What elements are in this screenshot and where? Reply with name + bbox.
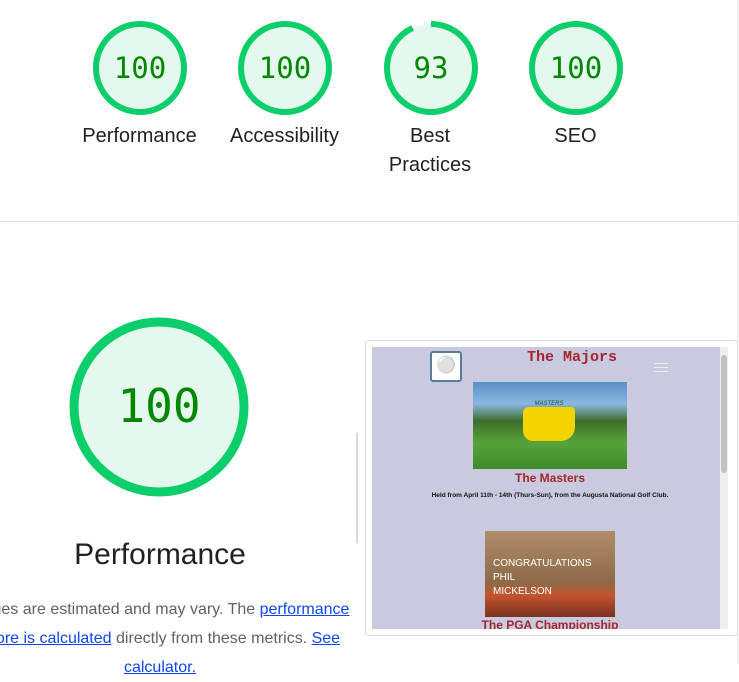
gauge-ring: 100 <box>528 21 623 115</box>
gauge-label: Performance <box>82 125 197 147</box>
page-screenshot: ⚪ The Majors MASTERS The Masters Held fr… <box>372 347 728 629</box>
gauge-best-practices[interactable]: 93 Best Practices <box>358 20 503 180</box>
svg-text:93: 93 <box>413 51 448 85</box>
golf-ball-icon: ⚪ <box>430 351 462 382</box>
gauge-ring: 100 <box>92 21 187 115</box>
divider <box>0 221 739 222</box>
gauge-ring: 93 <box>383 21 478 115</box>
svg-text:100: 100 <box>113 51 165 85</box>
pga-image: CONGRATULATIONS PHIL MICKELSON <box>485 531 615 617</box>
gauge-seo[interactable]: 100 SEO <box>503 20 648 151</box>
category-title: Performance <box>74 538 246 571</box>
masters-image: MASTERS <box>473 382 627 469</box>
section-text: Held from April 11th - 14th (Thurs-Sun),… <box>431 492 669 499</box>
gauge-label: Accessibility <box>230 125 339 147</box>
gauge-performance[interactable]: 100 Performance <box>67 20 212 151</box>
section-title: The Masters <box>514 471 586 485</box>
separator <box>356 433 358 543</box>
final-screenshot[interactable]: ⚪ The Majors MASTERS The Masters Held fr… <box>365 340 738 636</box>
svg-text:100: 100 <box>117 379 200 433</box>
svg-text:100: 100 <box>549 51 601 85</box>
scrollbar[interactable] <box>720 347 728 629</box>
hamburger-menu-icon <box>654 363 668 375</box>
desc-text: Values are estimated and may vary. The <box>0 601 256 618</box>
gauge-label: SEO <box>554 125 597 147</box>
gauge-accessibility[interactable]: 100 Accessibility <box>212 20 357 151</box>
category-description: Values are estimated and may vary. The p… <box>0 595 360 682</box>
gauge-label: Best Practices <box>388 125 472 176</box>
performance-gauge-large: 100 <box>69 317 249 497</box>
section-title: The PGA Championship <box>481 618 619 629</box>
masters-logo: MASTERS <box>523 401 575 441</box>
site-title: The Majors <box>526 349 617 366</box>
svg-text:100: 100 <box>258 51 310 85</box>
gauge-ring: 100 <box>237 21 332 115</box>
desc-text: directly from these metrics. <box>111 630 312 647</box>
